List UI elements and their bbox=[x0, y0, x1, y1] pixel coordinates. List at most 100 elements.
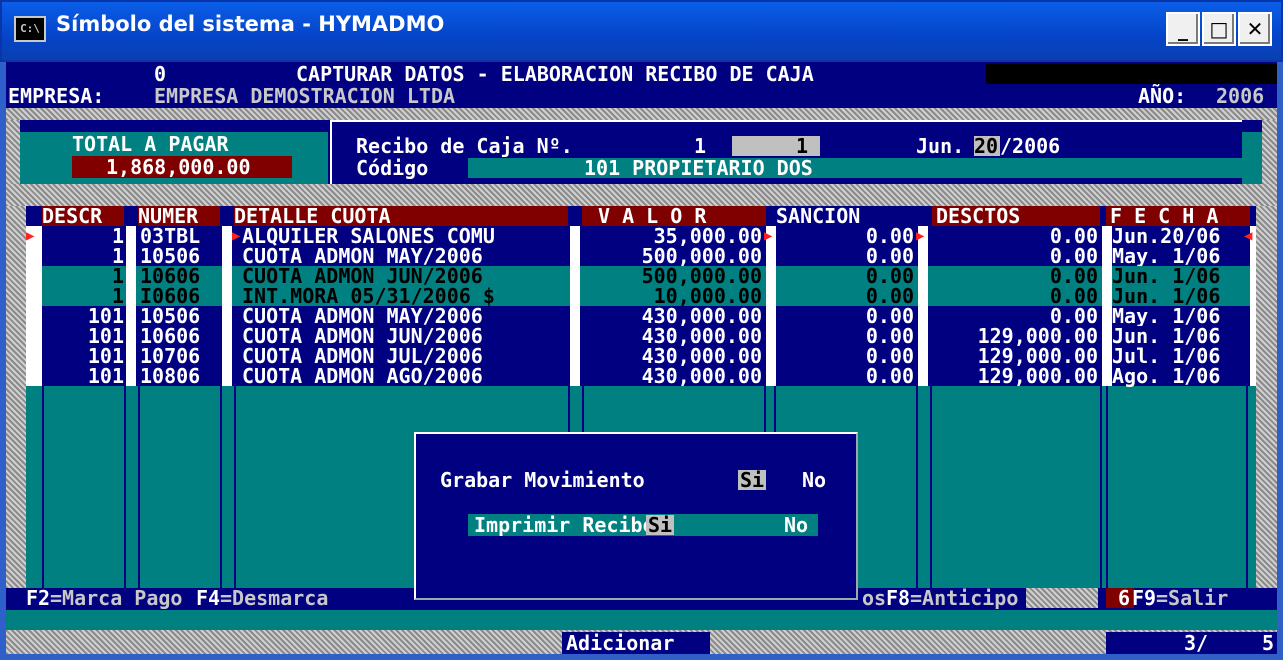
f2-key[interactable]: F2 bbox=[26, 588, 50, 608]
maximize-button[interactable]: □ bbox=[1202, 12, 1236, 46]
row-edge bbox=[26, 266, 42, 286]
f4-label[interactable]: =Desmarca bbox=[220, 588, 328, 608]
title-bar-fill bbox=[986, 64, 1277, 84]
cell-detalle: CUOTA ADMON AGO/2006 bbox=[242, 364, 483, 388]
col-header-desctos[interactable]: DESCTOS bbox=[936, 206, 1020, 226]
cell-valor: 35,000.00 bbox=[653, 224, 762, 248]
grabar-label: Grabar Movimiento bbox=[440, 468, 645, 492]
cell-sancion: 0.00 bbox=[865, 344, 914, 368]
cell-divider bbox=[766, 246, 776, 266]
row-edge bbox=[1250, 346, 1256, 366]
imprimir-no-button[interactable]: No bbox=[784, 515, 808, 535]
cell-sancion: 0.00 bbox=[865, 264, 914, 288]
col-header-descr[interactable]: DESCR bbox=[42, 206, 102, 226]
col-header-detalle[interactable]: DETALLE CUOTA bbox=[234, 206, 391, 226]
fkey-gap-hatch bbox=[1026, 588, 1098, 608]
cell-divider bbox=[766, 346, 776, 366]
cell-numer: 10506 bbox=[140, 304, 201, 328]
cell-fecha: Jun. 1/06 bbox=[1112, 264, 1221, 288]
close-button[interactable]: ✕ bbox=[1238, 12, 1272, 46]
cell-numer: I0606 bbox=[140, 284, 201, 308]
recibo-num2[interactable]: 1 bbox=[796, 136, 808, 156]
table-left-hatch bbox=[6, 206, 26, 588]
row-edge bbox=[1250, 326, 1256, 346]
cell-divider bbox=[570, 246, 580, 266]
cell-fecha: Jun.20/06 bbox=[1112, 224, 1221, 248]
page-total: 5 bbox=[1262, 631, 1275, 654]
cell-divider bbox=[222, 286, 232, 306]
console-area: 0 CAPTURAR DATOS - ELABORACION RECIBO DE… bbox=[6, 62, 1277, 654]
cell-divider bbox=[918, 286, 928, 306]
cell-valor: 500,000.00 bbox=[641, 264, 762, 288]
row-edge bbox=[1250, 246, 1256, 266]
row-edge bbox=[1250, 366, 1256, 386]
anio-label: AÑO: bbox=[1138, 84, 1187, 108]
page-current: 3/ bbox=[1184, 631, 1209, 654]
recibo-date-day[interactable]: 20 bbox=[974, 136, 998, 156]
cell-sancion: 0.00 bbox=[865, 324, 914, 348]
cell-numer: 10806 bbox=[140, 364, 201, 388]
col-header-valor[interactable]: V A L O R bbox=[598, 206, 706, 226]
cell-detalle: CUOTA ADMON MAY/2006 bbox=[242, 244, 483, 268]
row-edge bbox=[26, 366, 42, 386]
cell-divider bbox=[766, 286, 776, 306]
cell-sancion: 0.00 bbox=[865, 244, 914, 268]
row-selection-arrow-icon: ▶ bbox=[26, 228, 35, 244]
f9-label[interactable]: =Salir bbox=[1156, 588, 1228, 608]
minimize-button[interactable]: _ bbox=[1166, 12, 1200, 46]
imprimir-si-button[interactable]: Si bbox=[648, 515, 672, 535]
cell-valor: 430,000.00 bbox=[641, 364, 762, 388]
cell-detalle: CUOTA ADMON JUL/2006 bbox=[242, 344, 483, 368]
f2-label[interactable]: =Marca Pago bbox=[50, 588, 182, 608]
f8-label[interactable]: =Anticipo bbox=[910, 588, 1018, 608]
cell-divider bbox=[766, 306, 776, 326]
cell-divider bbox=[918, 326, 928, 346]
row-edge bbox=[1250, 266, 1256, 286]
row-edge bbox=[1250, 286, 1256, 306]
cell-descr: 1 bbox=[111, 244, 124, 268]
f9-prefix: 6 bbox=[1118, 586, 1131, 610]
cell-divider bbox=[570, 346, 580, 366]
cell-divider bbox=[222, 366, 232, 386]
row-edge bbox=[26, 326, 42, 346]
empresa-value: EMPRESA DEMOSTRACION LTDA bbox=[154, 84, 456, 108]
cell-desctos: 129,000.00 bbox=[977, 324, 1098, 348]
cell-divider bbox=[126, 286, 136, 306]
cell-fecha: Ago. 1/06 bbox=[1112, 364, 1221, 388]
cell-divider bbox=[918, 366, 928, 386]
row-selection-arrow-icon: ▶ bbox=[764, 228, 773, 244]
f4-key[interactable]: F4 bbox=[196, 588, 220, 608]
row-edge bbox=[26, 246, 42, 266]
cell-divider bbox=[222, 226, 232, 246]
window-frame-bottom bbox=[0, 654, 1283, 660]
cell-descr: 1 bbox=[111, 284, 124, 308]
grabar-si-button[interactable]: Si bbox=[740, 470, 764, 490]
codigo-label: Código bbox=[356, 156, 429, 180]
total-value: 1,868,000.00 bbox=[106, 155, 251, 179]
cell-divider bbox=[918, 246, 928, 266]
grabar-no-button[interactable]: No bbox=[802, 470, 826, 490]
codigo-value[interactable]: 101 PROPIETARIO DOS bbox=[584, 158, 813, 178]
cell-divider bbox=[570, 226, 580, 246]
cell-divider bbox=[222, 266, 232, 286]
f9-key[interactable]: F9 bbox=[1132, 588, 1156, 608]
cell-divider bbox=[766, 326, 776, 346]
cell-divider bbox=[222, 346, 232, 366]
col-header-sancion[interactable]: SANCION bbox=[776, 206, 860, 226]
cell-divider bbox=[1102, 346, 1112, 366]
window-title: Símbolo del sistema - HYMADMO bbox=[56, 12, 445, 36]
f8-key[interactable]: F8 bbox=[886, 588, 910, 608]
console-icon[interactable]: C:\ bbox=[14, 16, 46, 42]
col-header-numer[interactable]: NUMER bbox=[138, 206, 198, 226]
cell-numer: 10606 bbox=[140, 324, 201, 348]
cell-divider bbox=[126, 366, 136, 386]
recibo-date-prefix: Jun. bbox=[916, 134, 965, 158]
cell-divider bbox=[126, 266, 136, 286]
cell-descr: 1 bbox=[111, 264, 124, 288]
row-selection-arrow-icon: ▶ bbox=[232, 228, 241, 244]
cell-divider bbox=[222, 306, 232, 326]
cell-detalle: ALQUILER SALONES COMU bbox=[242, 224, 495, 248]
col-header-fecha[interactable]: F E C H A bbox=[1110, 206, 1218, 226]
bottom-teal-band bbox=[6, 610, 1277, 630]
cell-fecha: Jun. 1/06 bbox=[1112, 284, 1221, 308]
